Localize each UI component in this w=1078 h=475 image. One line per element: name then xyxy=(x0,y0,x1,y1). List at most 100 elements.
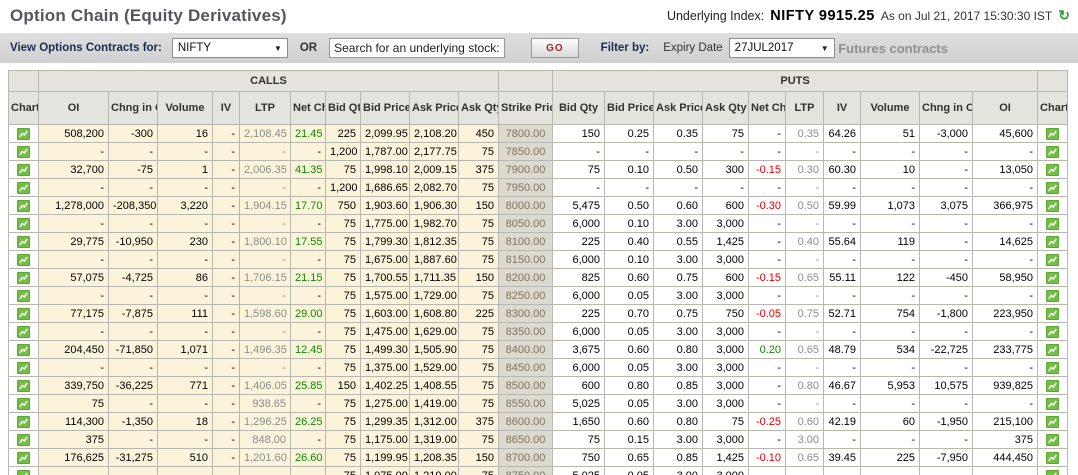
puts-net_chng-cell: - xyxy=(748,358,787,377)
chart-icon[interactable] xyxy=(17,361,30,374)
chart-icon[interactable] xyxy=(17,181,30,194)
puts-ask_qty-cell: 3,000 xyxy=(702,466,750,475)
chart-icon[interactable] xyxy=(17,235,30,248)
chart-icon[interactable] xyxy=(1046,415,1060,428)
chart-icon[interactable] xyxy=(17,451,30,464)
puts-bid_price-cell: - xyxy=(604,178,655,197)
calls-chng_oi-cell: - xyxy=(108,322,158,341)
chart-icon[interactable] xyxy=(1046,433,1060,446)
calls-ask_qty-cell: 75 xyxy=(457,214,500,233)
chart-icon[interactable] xyxy=(17,325,30,338)
calls-chng_oi-cell: -31,275 xyxy=(108,448,158,467)
col-puts-chart: Chart xyxy=(1037,91,1069,125)
strike-cell: 8600.00 xyxy=(498,412,554,431)
puts-chng_oi-cell: - xyxy=(919,142,974,161)
puts-bid_qty-cell: 6,000 xyxy=(552,322,606,341)
puts-volume-cell: - xyxy=(860,466,921,475)
calls-iv-cell: - xyxy=(212,124,240,143)
chart-icon[interactable] xyxy=(17,199,30,212)
calls-ask_qty-cell: 75 xyxy=(457,340,500,359)
chart-icon[interactable] xyxy=(1046,181,1060,194)
chart-icon[interactable] xyxy=(17,415,30,428)
chart-icon[interactable] xyxy=(17,163,30,176)
option-chain-row: 204,450 -71,850 1,071-1,496.35 12.45 75 1,499… xyxy=(8,340,1069,359)
chart-icon[interactable] xyxy=(17,253,30,266)
refresh-icon[interactable]: ↻ xyxy=(1058,8,1070,22)
puts-ask_qty-cell: - xyxy=(702,142,750,161)
chart-icon[interactable] xyxy=(1046,343,1060,356)
chart-icon[interactable] xyxy=(17,343,30,356)
chart-icon[interactable] xyxy=(1046,253,1060,266)
puts-ask_qty-cell: 3,000 xyxy=(702,376,750,395)
chart-icon[interactable] xyxy=(1046,235,1060,248)
calls-iv-cell: - xyxy=(212,304,240,323)
chart-icon[interactable] xyxy=(17,217,30,230)
puts-net_chng-cell: -0.25 xyxy=(748,412,787,431)
chart-icon[interactable] xyxy=(1046,289,1060,302)
chart-icon[interactable] xyxy=(1046,145,1060,158)
chart-icon[interactable] xyxy=(17,127,30,140)
chart-icon[interactable] xyxy=(1046,271,1060,284)
search-input[interactable] xyxy=(329,38,506,58)
chart-icon[interactable] xyxy=(17,145,30,158)
chart-icon[interactable] xyxy=(17,433,30,446)
puts-oi-cell: - xyxy=(972,178,1039,197)
puts-oi-cell: - xyxy=(972,250,1039,269)
go-button[interactable]: GO xyxy=(531,38,579,58)
symbol-select[interactable]: NIFTY ▼ xyxy=(171,38,288,58)
calls-volume-cell: - xyxy=(157,322,213,341)
chart-icon[interactable] xyxy=(1046,379,1060,392)
option-chain-row: - - - - - -1,200 1,787.00 2,177.75 75 7850.00- - - -… xyxy=(8,142,1069,161)
chart-icon[interactable] xyxy=(17,469,30,475)
calls-ltp-cell: 1,406.05 xyxy=(239,376,291,395)
chart-icon[interactable] xyxy=(17,379,30,392)
chart-icon[interactable] xyxy=(1046,361,1060,374)
puts-ltp-cell: 0.30 xyxy=(785,160,825,179)
calls-ltp-cell: - xyxy=(239,358,291,377)
chart-icon[interactable] xyxy=(1046,199,1060,212)
calls-iv-cell: - xyxy=(212,232,240,251)
calls-volume-cell: 16 xyxy=(157,124,213,143)
calls-ask_price-cell: 1,629.00 xyxy=(409,322,459,341)
chart-icon[interactable] xyxy=(1046,307,1060,320)
chart-icon[interactable] xyxy=(1046,451,1060,464)
option-chain-row: 57,075 -4,725 86-1,706.15 21.15 75 1,700.55 1,… xyxy=(8,268,1069,287)
puts-ltp-cell: 0.80 xyxy=(785,376,825,395)
chart-icon[interactable] xyxy=(17,397,30,410)
calls-net_chng-cell: 17.55 xyxy=(290,232,326,251)
band-header-row: CALLS PUTS xyxy=(8,70,1069,92)
chart-icon[interactable] xyxy=(1046,163,1060,176)
chart-icon[interactable] xyxy=(1046,469,1060,475)
calls-ltp-cell: 1,800.10 xyxy=(239,232,291,251)
calls-chart-cell xyxy=(8,124,39,143)
calls-net_chng-cell: - xyxy=(290,430,326,449)
calls-ltp-cell: - xyxy=(239,250,291,269)
strike-cell: 8400.00 xyxy=(498,340,554,359)
expiry-select-value: 27JUL2017 xyxy=(734,42,794,54)
chart-icon[interactable] xyxy=(17,289,30,302)
puts-bid_qty-cell: 225 xyxy=(552,304,606,323)
strike-cell: 7950.00 xyxy=(498,178,554,197)
chart-icon[interactable] xyxy=(1046,127,1060,140)
chart-icon[interactable] xyxy=(1046,397,1060,410)
futures-contracts-link[interactable]: Futures contracts xyxy=(838,41,948,56)
strike-cell: 8350.00 xyxy=(498,322,554,341)
calls-chng_oi-cell: - xyxy=(108,214,158,233)
calls-volume-cell: - xyxy=(157,430,213,449)
option-chain-row: 508,200 -300 16-2,108.45 21.45 225 2,099.95 2,… xyxy=(8,124,1069,143)
puts-ltp-cell: - xyxy=(785,178,825,197)
chart-icon[interactable] xyxy=(1046,217,1060,230)
calls-net_chng-cell: - xyxy=(290,466,326,475)
strike-cell: 8450.00 xyxy=(498,358,554,377)
col-calls-oi: OI xyxy=(38,91,109,125)
calls-bid_price-cell: 1,686.65 xyxy=(360,178,410,197)
chart-icon[interactable] xyxy=(17,307,30,320)
puts-bid_qty-cell: 3,675 xyxy=(552,340,606,359)
puts-iv-cell: - xyxy=(823,430,862,449)
puts-bid_qty-cell: 600 xyxy=(552,376,606,395)
band-spacer-strike xyxy=(498,70,554,92)
chart-icon[interactable] xyxy=(1046,325,1060,338)
puts-ltp-cell: 0.50 xyxy=(785,196,825,215)
expiry-select[interactable]: 27JUL2017 ▼ xyxy=(728,38,835,58)
chart-icon[interactable] xyxy=(17,271,30,284)
